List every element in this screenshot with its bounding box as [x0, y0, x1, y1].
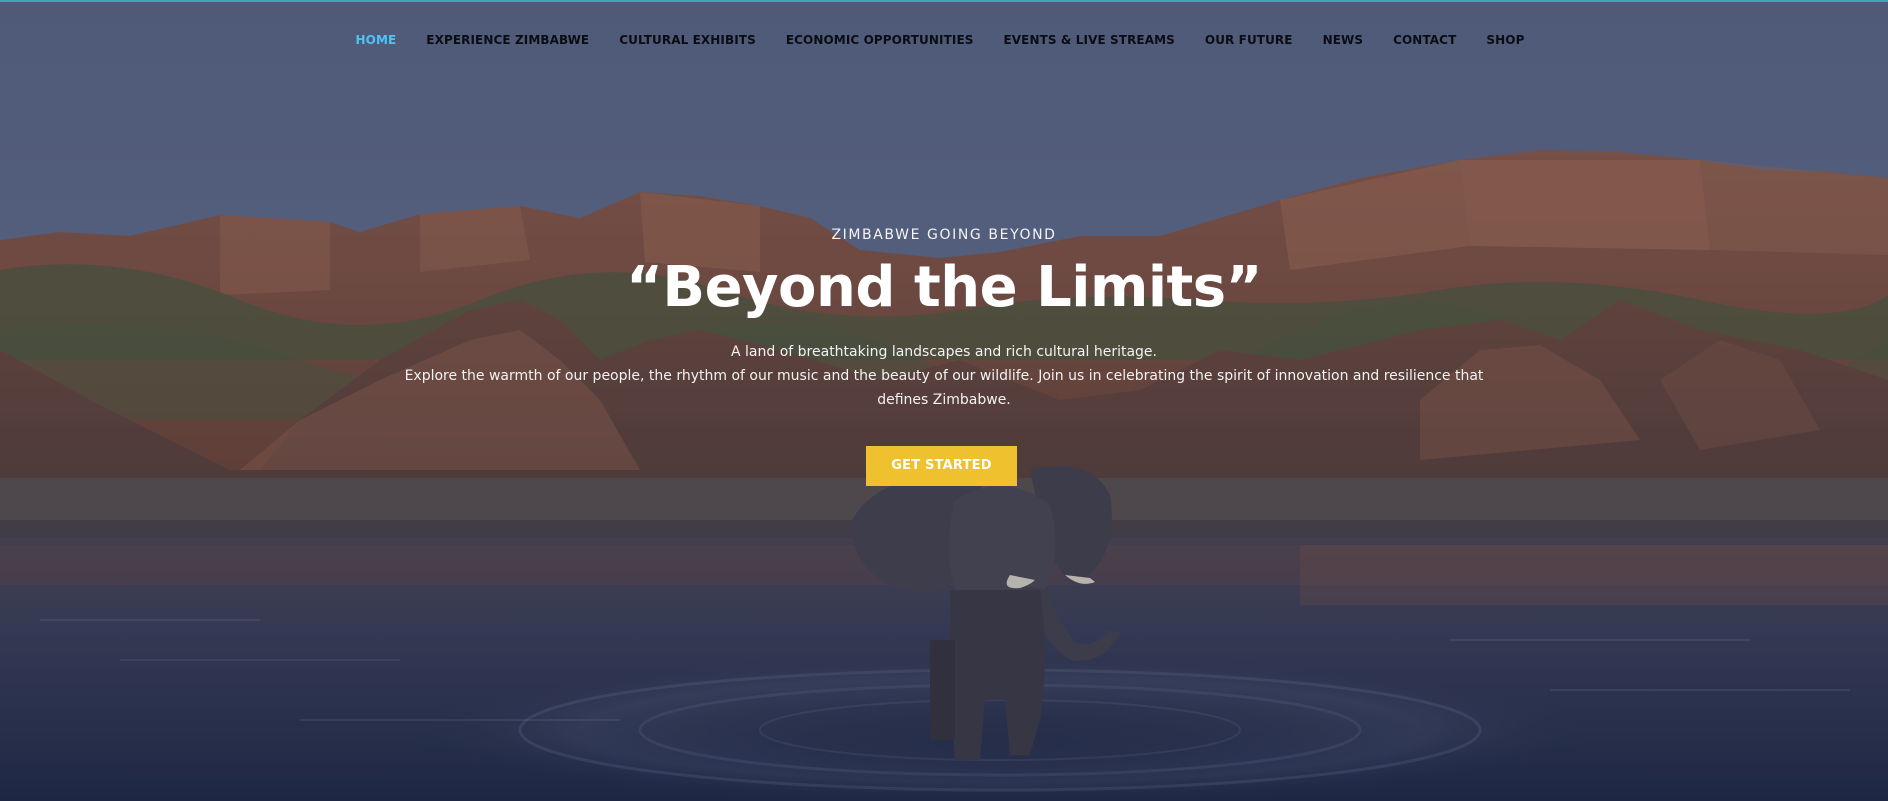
nav-item-home[interactable]: HOME: [356, 30, 397, 50]
nav-item-events-live-streams[interactable]: EVENTS & LIVE STREAMS: [1004, 30, 1175, 50]
nav-item-our-future[interactable]: OUR FUTURE: [1205, 30, 1293, 50]
hero-eyebrow: ZIMBABWE GOING BEYOND: [831, 227, 1057, 243]
nav-item-news[interactable]: NEWS: [1323, 30, 1364, 50]
hero-headline: “Beyond the Limits”: [626, 255, 1262, 320]
hero-description: A land of breathtaking landscapes and ri…: [384, 340, 1504, 412]
landing-page: HOME EXPERIENCE ZIMBABWE CULTURAL EXHIBI…: [0, 0, 1888, 801]
nav-item-cultural-exhibits[interactable]: CULTURAL EXHIBITS: [619, 30, 756, 50]
hero-description-line1: A land of breathtaking landscapes and ri…: [731, 344, 1157, 360]
nav-item-contact[interactable]: CONTACT: [1393, 30, 1456, 50]
nav-item-shop[interactable]: SHOP: [1486, 30, 1524, 50]
nav-menu: HOME EXPERIENCE ZIMBABWE CULTURAL EXHIBI…: [341, 30, 1540, 50]
nav-item-experience-zimbabwe[interactable]: EXPERIENCE ZIMBABWE: [426, 30, 589, 50]
main-navigation: HOME EXPERIENCE ZIMBABWE CULTURAL EXHIBI…: [0, 30, 1888, 50]
get-started-button[interactable]: GET STARTED: [866, 446, 1017, 486]
top-accent-bar: [0, 0, 1888, 2]
nav-item-economic-opportunities[interactable]: ECONOMIC OPPORTUNITIES: [786, 30, 974, 50]
hero-description-line2: Explore the warmth of our people, the rh…: [404, 368, 1484, 408]
